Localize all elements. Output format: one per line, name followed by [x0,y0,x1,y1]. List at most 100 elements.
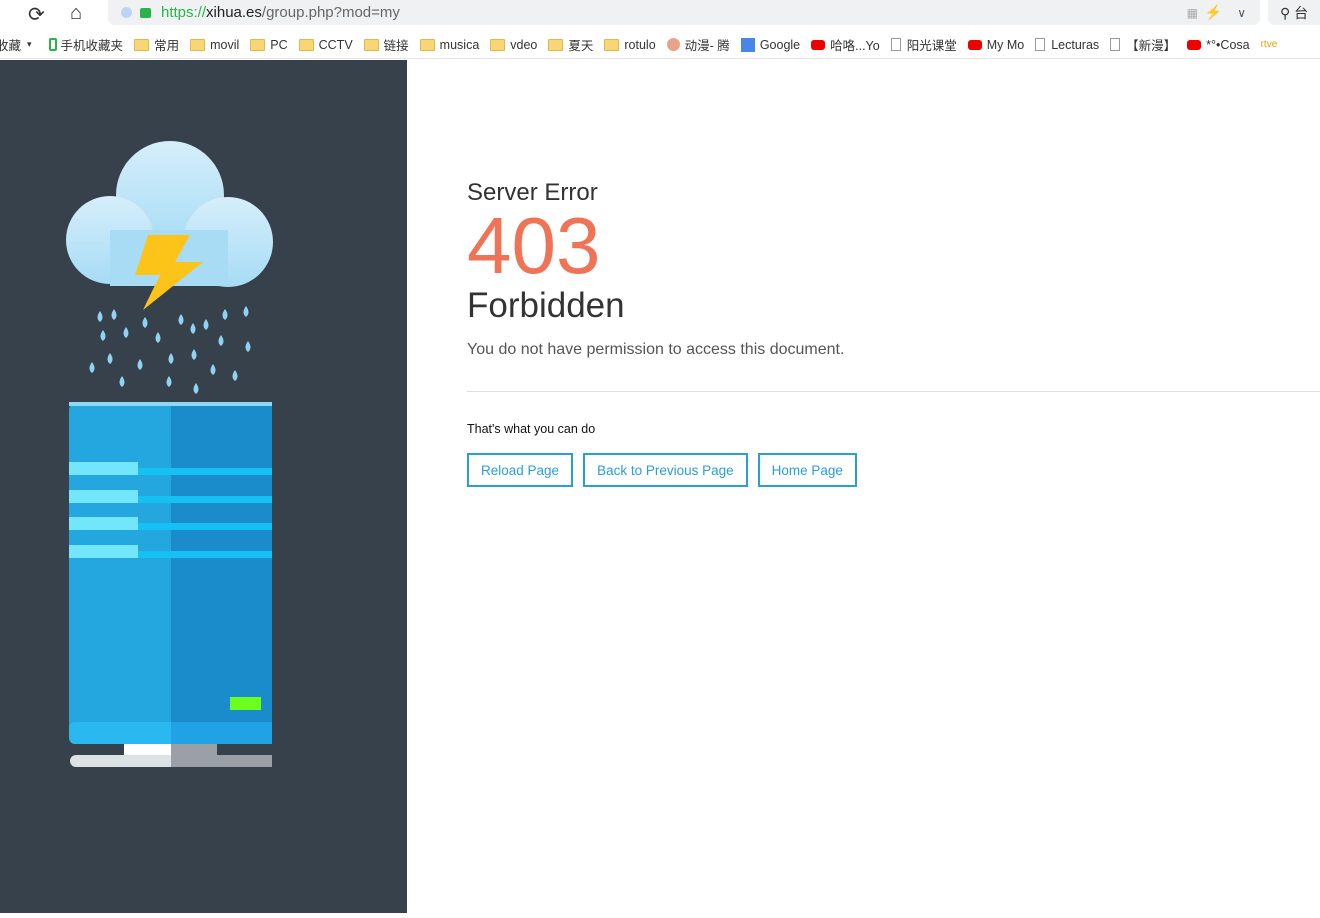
folder-icon [250,38,266,51]
error-illustration-panel [0,60,407,913]
folder-icon [134,38,150,51]
rain-drop [107,353,113,364]
rain-drop [168,353,174,364]
bookmarks-bar: 收藏 ▾ 手机收藏夹 常用 movil PC CCTV 链接 musica vdeo 夏天 rotu… [0,31,1320,59]
home-page-button[interactable]: Home Page [757,453,857,487]
server-slot-line [138,523,272,530]
divider [467,391,1320,392]
bookmark-item[interactable]: vdeo [490,38,537,52]
bookmark-item[interactable]: rtve [1261,39,1278,50]
lock-icon [140,7,151,18]
chevron-down-icon[interactable]: ∨ [1237,6,1246,20]
bookmark-label: 【新漫】 [1126,39,1177,53]
rain-drop [137,359,143,370]
rain-drop [111,309,117,320]
bookmark-label: Lecturas [1051,37,1100,52]
server-slot-line [138,496,272,503]
folder-icon [419,38,435,51]
bookmark-label: vdeo [510,37,538,52]
bookmark-item[interactable]: musica [419,38,479,52]
bookmark-item[interactable]: rotulo [604,37,656,52]
server-slot [69,462,138,475]
bookmark-label: rotulo [624,37,656,52]
search-text: 台 [1294,5,1309,21]
bookmark-item[interactable]: movil [190,38,239,52]
rain-drop [232,370,238,381]
rain-drop [100,330,106,341]
reload-page-button[interactable]: Reload Page [467,453,574,487]
folder-icon [190,38,206,51]
bookmark-item[interactable]: PC [250,37,288,52]
reload-icon[interactable]: ⟳ [28,2,45,27]
rain-drop [203,319,209,330]
bookmark-label: *°•Cosa [1206,37,1250,52]
bookmark-item[interactable]: 【新漫】 [1110,35,1176,54]
home-icon[interactable]: ⌂ [70,2,82,25]
back-button[interactable]: Back to Previous Page [583,453,748,487]
server-icon [69,402,272,767]
server-slot [69,490,138,503]
rain-drops [89,306,251,394]
bookmark-item[interactable]: *°•Cosa [1187,37,1250,52]
search-icon: ⚲ [1280,5,1291,21]
bookmark-label: 夏天 [568,39,594,53]
error-code: 403 [467,201,601,290]
bookmark-label: PC [270,37,288,52]
rain-drop [190,323,196,334]
rain-drop [218,335,224,346]
bookmark-item[interactable]: Lecturas [1035,38,1099,52]
youtube-icon [967,39,982,50]
rain-drop [142,317,148,328]
rain-drop [119,376,125,387]
qr-icon[interactable]: ▦ [1187,6,1198,20]
bookmark-item[interactable]: 常用 [134,35,179,54]
rain-drop [166,376,172,387]
bookmark-item[interactable]: 收藏 ▾ [0,35,38,54]
rain-drop [123,327,129,338]
bookmark-item[interactable]: CCTV [298,38,353,52]
bookmark-label: movil [210,37,240,52]
rain-drop [178,314,184,325]
rain-drop [243,306,249,317]
rain-drop [245,341,251,352]
site-info-icon [121,7,132,18]
bookmark-label: 常用 [154,39,180,53]
folder-icon [363,38,379,51]
rain-drop [155,332,161,343]
address-bar[interactable]: https://xihua.es/group.php?mod=my ▦ ⚡ ∨ [108,0,1260,25]
youtube-icon [811,39,826,50]
bookmark-label: My Mo [986,37,1025,52]
bookmark-item[interactable]: 手机收藏夹 [48,35,124,54]
phone-icon [48,38,57,51]
bookmark-item[interactable]: My Mo [967,37,1025,52]
avatar-icon [666,38,680,51]
dropdown-icon: ▾ [27,39,32,49]
bookmark-item[interactable]: Google [740,37,800,52]
rain-drop [89,362,95,373]
actions-label: That's what you can do [467,422,596,436]
url-scheme: https:// [161,4,207,21]
server-slot [69,517,138,530]
folder-icon [604,38,620,51]
youtube-icon [1187,39,1202,50]
url-host: xihua.es [206,4,262,21]
bookmark-item[interactable]: 夏天 [548,35,593,54]
browser-toolbar: ⟳ ⌂ https://xihua.es/group.php?mod=my ▦ … [0,0,1320,30]
bookmark-label: 手机收藏夹 [60,39,124,53]
rain-drop [222,309,228,320]
folder-icon [548,38,564,51]
bookmark-item[interactable]: 哈咯...Yo [811,35,880,54]
server-slot-line [138,551,272,558]
page-icon [890,38,901,51]
page-icon [1035,38,1046,51]
rain-drop [191,349,197,360]
bookmark-item[interactable]: 链接 [363,35,409,54]
lightning-icon[interactable]: ⚡ [1205,4,1222,21]
bookmark-item[interactable]: 阳光课堂 [890,35,957,54]
bookmark-label: 收藏 [0,39,22,53]
folder-icon [298,38,314,51]
bookmark-item[interactable]: 动漫- 腾 [666,35,730,54]
rain-drop [210,364,216,375]
bookmark-label: 动漫- 腾 [684,39,730,53]
search-box[interactable]: ⚲ 台 [1268,0,1320,25]
